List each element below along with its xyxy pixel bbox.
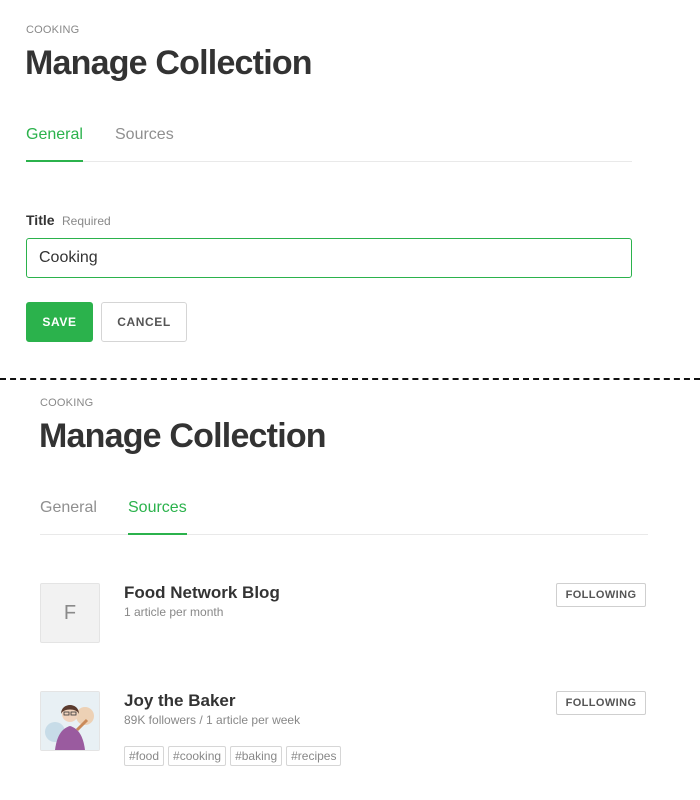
- tab-general[interactable]: General: [40, 495, 97, 535]
- person-avatar-icon: [41, 692, 99, 750]
- source-name[interactable]: Food Network Blog: [124, 583, 280, 603]
- title-input[interactable]: [26, 238, 632, 278]
- source-thumbnail: F: [40, 583, 100, 643]
- general-panel: COOKING Manage Collection General Source…: [0, 0, 700, 378]
- tab-bar: General Sources: [26, 122, 632, 162]
- person-avatar-icon: [40, 691, 100, 751]
- source-meta: 89K followers / 1 article per week: [124, 713, 301, 727]
- tag-list: #food #cooking #baking #recipes: [124, 746, 342, 766]
- tab-sources[interactable]: Sources: [128, 495, 187, 535]
- collection-eyebrow: COOKING: [40, 397, 94, 409]
- tag-food[interactable]: #food: [124, 746, 165, 766]
- source-item: F Food Network Blog 1 article per month …: [40, 583, 648, 645]
- tab-general[interactable]: General: [26, 122, 83, 162]
- tag-cooking[interactable]: #cooking: [168, 746, 227, 766]
- following-button[interactable]: FOLLOWING: [556, 583, 646, 607]
- source-item: Joy the Baker 89K followers / 1 article …: [40, 691, 648, 771]
- title-required-hint: Required: [62, 214, 111, 228]
- title-field-label: Title: [26, 212, 55, 228]
- source-name[interactable]: Joy the Baker: [124, 691, 236, 711]
- page-title: Manage Collection: [39, 417, 327, 455]
- page-title: Manage Collection: [25, 44, 313, 82]
- tab-sources[interactable]: Sources: [115, 122, 174, 162]
- save-button[interactable]: SAVE: [26, 302, 93, 342]
- collection-eyebrow: COOKING: [26, 24, 80, 36]
- source-meta: 1 article per month: [124, 605, 224, 619]
- tag-baking[interactable]: #baking: [230, 746, 283, 766]
- tag-recipes[interactable]: #recipes: [286, 746, 342, 766]
- cancel-button[interactable]: CANCEL: [101, 302, 187, 342]
- sources-panel: COOKING Manage Collection General Source…: [0, 380, 700, 800]
- following-button[interactable]: FOLLOWING: [556, 691, 646, 715]
- tab-bar: General Sources: [40, 495, 648, 535]
